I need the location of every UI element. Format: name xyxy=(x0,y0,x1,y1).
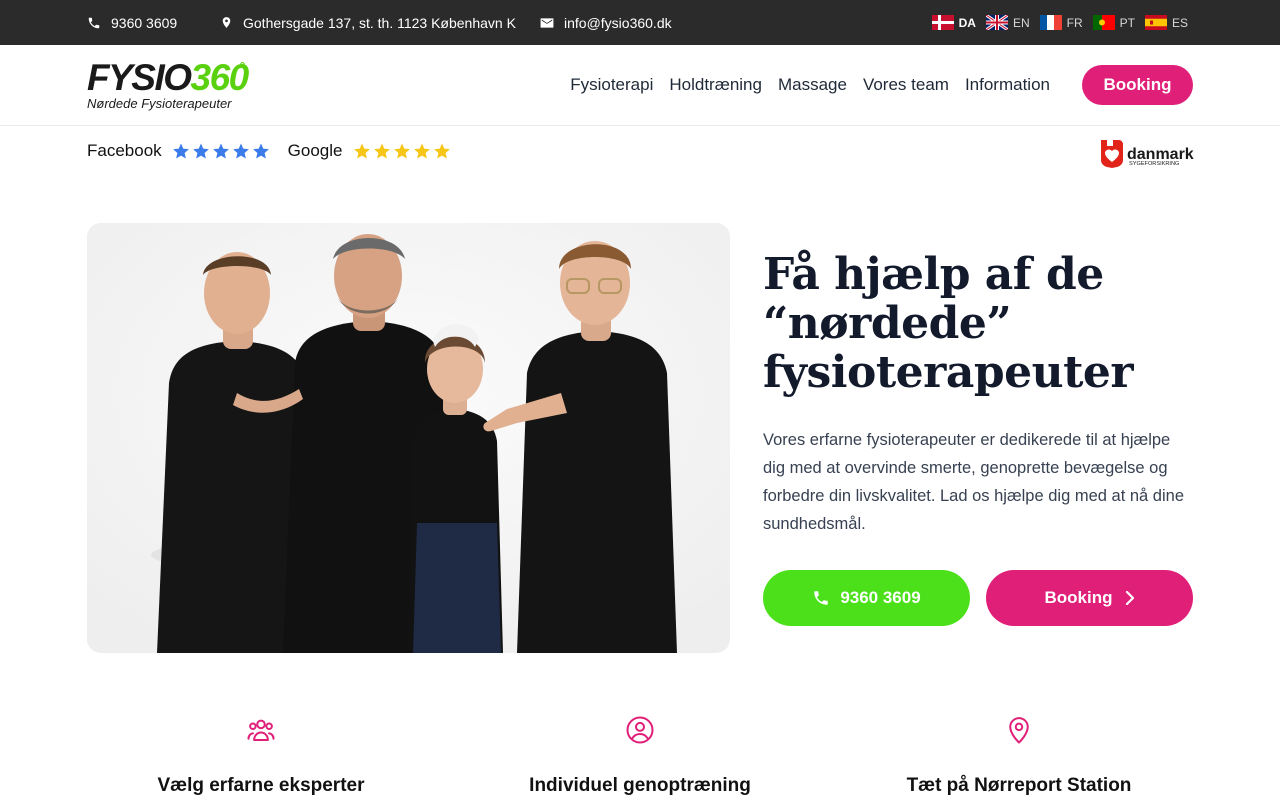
feature-rehab-title: Individuel genoptræning xyxy=(529,775,751,796)
uk-flag-icon xyxy=(985,15,1008,30)
lang-en-label: EN xyxy=(1012,15,1030,30)
spain-flag-icon xyxy=(1144,15,1167,30)
feature-experts: Vælg erfarne eksperter xyxy=(81,715,441,797)
star-icon xyxy=(192,143,209,159)
star-icon xyxy=(212,143,229,159)
france-flag-icon xyxy=(1039,15,1062,30)
user-circle-icon xyxy=(626,716,654,744)
star-icon xyxy=(252,143,269,159)
phone-icon xyxy=(814,591,829,605)
phone-contact[interactable]: 9360 3609 xyxy=(87,0,177,45)
danmark-sygeforsikring-logo[interactable]: danmark SYGEFORSIKRING xyxy=(1099,134,1195,170)
address-text: Gothersgade 137, st. th. 1123 København … xyxy=(243,14,516,31)
site-logo[interactable]: FYSIO360 ° Nørdede Fysioterapeuter xyxy=(87,59,257,115)
logo-tagline: Nørdede Fysioterapeuter xyxy=(87,96,232,111)
language-switcher: DA EN FR PT ES xyxy=(931,0,1188,45)
feature-location-title: Tæt på Nørreport Station xyxy=(906,775,1132,796)
email-contact[interactable]: info@fysio360.dk xyxy=(540,0,672,45)
lang-fr[interactable]: FR xyxy=(1039,15,1083,30)
hero-call-label: 9360 3609 xyxy=(840,588,921,607)
phone-icon xyxy=(88,17,100,28)
lang-da-label: DA xyxy=(958,15,976,30)
email-text: info@fysio360.dk xyxy=(564,14,672,31)
facebook-label[interactable]: Facebook xyxy=(87,141,162,161)
mail-icon xyxy=(540,17,554,28)
star-icon xyxy=(393,143,410,159)
feature-location: Tæt på Nørreport Station xyxy=(839,715,1199,797)
top-bar: 9360 3609 Gothersgade 137, st. th. 1123 … xyxy=(0,0,1280,45)
hero-call-button[interactable]: 9360 3609 xyxy=(763,570,970,626)
main-nav: Fysioterapi Holdtræning Massage Vores te… xyxy=(570,45,1050,125)
sygeforsikring-text: SYGEFORSIKRING xyxy=(1129,161,1179,167)
group-icon xyxy=(247,719,275,741)
logo-degree: ° xyxy=(239,59,245,75)
lang-es[interactable]: ES xyxy=(1144,15,1188,30)
nav-item-vores-team[interactable]: Vores team xyxy=(863,75,949,95)
location-icon xyxy=(222,17,231,28)
logo-fysio: FYSIO xyxy=(87,57,192,98)
google-label[interactable]: Google xyxy=(288,141,343,161)
facebook-rating xyxy=(172,142,270,160)
lang-es-label: ES xyxy=(1171,15,1188,30)
map-pin-icon xyxy=(1009,717,1029,744)
nav-item-fysioterapi[interactable]: Fysioterapi xyxy=(570,75,653,95)
nav-item-holdtraening[interactable]: Holdtræning xyxy=(669,75,762,95)
nav-item-information[interactable]: Information xyxy=(965,75,1050,95)
star-icon xyxy=(172,143,189,159)
google-rating xyxy=(353,142,451,160)
hero-booking-button[interactable]: Booking xyxy=(986,570,1193,626)
team-photo xyxy=(87,223,730,653)
lang-fr-label: FR xyxy=(1066,15,1083,30)
lang-da[interactable]: DA xyxy=(931,15,976,30)
hero-description: Vores erfarne fysioterapeuter er dediker… xyxy=(763,431,1184,533)
star-icon xyxy=(353,143,370,159)
nav-item-massage[interactable]: Massage xyxy=(778,75,847,95)
phone-text: 9360 3609 xyxy=(111,14,178,31)
logo-wordmark: FYSIO360 xyxy=(87,59,257,96)
feature-rehab: Individuel genoptræning xyxy=(460,715,820,797)
lang-en[interactable]: EN xyxy=(985,15,1030,30)
star-icon xyxy=(373,143,390,159)
star-icon xyxy=(433,143,450,159)
star-icon xyxy=(413,143,430,159)
lang-pt-label: PT xyxy=(1119,15,1135,30)
feature-experts-title: Vælg erfarne eksperter xyxy=(157,775,365,796)
hero-booking-label: Booking xyxy=(1044,588,1113,607)
star-icon xyxy=(232,143,249,159)
hero-title-line2: “nørdede” xyxy=(763,298,1012,349)
hero-title-line1: Få hjælp af de xyxy=(763,249,1104,300)
main-header: FYSIO360 ° Nørdede Fysioterapeuter Fysio… xyxy=(0,45,1280,126)
hero-title: Få hjælp af de “nørdede” fysioterapeuter xyxy=(763,250,1193,397)
address-contact[interactable]: Gothersgade 137, st. th. 1123 København … xyxy=(220,0,516,45)
denmark-flag-icon xyxy=(931,15,954,30)
lang-pt[interactable]: PT xyxy=(1092,15,1135,30)
header-booking-button[interactable]: Booking xyxy=(1082,65,1193,105)
review-bar: Facebook Google xyxy=(87,136,469,166)
hero-title-line3: fysioterapeuter xyxy=(763,347,1134,398)
portugal-flag-icon xyxy=(1092,15,1115,30)
chevron-right-icon xyxy=(1125,591,1134,605)
